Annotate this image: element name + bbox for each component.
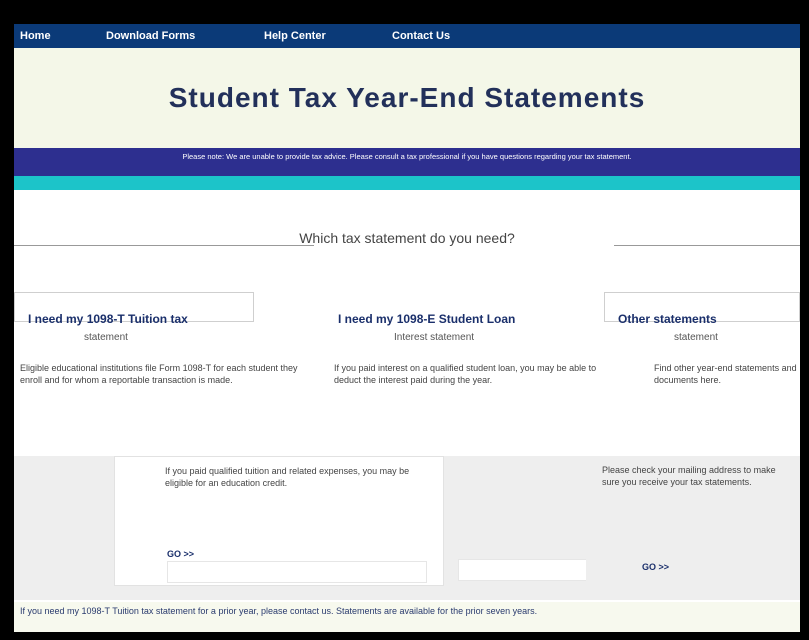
nav-contact-us-link[interactable]: Contact Us: [392, 24, 512, 48]
option-other-desc: Find other year-end statements and docum…: [654, 363, 797, 386]
option-1098t[interactable]: I need my 1098-T Tuition tax statement: [14, 292, 254, 343]
footer-note: If you need my 1098-T Tuition tax statem…: [14, 602, 800, 632]
nav-help-center-link[interactable]: Help Center: [264, 24, 392, 48]
page-title: Student Tax Year-End Statements: [168, 82, 646, 113]
option-other-sub: statement: [674, 332, 718, 343]
option-1098e[interactable]: I need my 1098-E Student Loan Interest s…: [324, 292, 564, 343]
divider-right: [614, 245, 800, 246]
title-banner: Student Tax Year-End Statements: [14, 48, 800, 148]
card-other: Please check your mailing address to mak…: [586, 456, 800, 586]
accent-bar: [14, 176, 800, 190]
option-1098e-desc: If you paid interest on a qualified stud…: [334, 363, 597, 386]
option-1098t-desc: Eligible educational institutions file F…: [20, 363, 298, 386]
go-bar-1098t: [167, 561, 427, 583]
go-button-1098t[interactable]: GO >>: [167, 549, 194, 559]
card-other-text: Please check your mailing address to mak…: [602, 465, 776, 488]
question-heading: Which tax statement do you need?: [299, 230, 515, 246]
info-strip: Please note: We are unable to provide ta…: [14, 148, 800, 176]
go-button-other[interactable]: GO >>: [642, 562, 669, 572]
option-1098e-sub: Interest statement: [394, 332, 475, 343]
option-1098e-label[interactable]: I need my 1098-E Student Loan: [324, 312, 564, 326]
top-nav: Home Download Forms Help Center Contact …: [14, 24, 800, 48]
page-frame: Home Download Forms Help Center Contact …: [14, 24, 800, 632]
option-1098t-label[interactable]: I need my 1098-T Tuition tax: [14, 312, 254, 326]
card-1098t-text: If you paid qualified tuition and relate…: [165, 466, 410, 489]
nav-download-forms-link[interactable]: Download Forms: [106, 24, 264, 48]
option-1098t-sub: statement: [84, 332, 128, 343]
nav-home-link[interactable]: Home: [20, 24, 106, 48]
option-other-label[interactable]: Other statements: [604, 312, 800, 326]
card-1098t: If you paid qualified tuition and relate…: [114, 456, 444, 586]
option-other[interactable]: Other statements statement: [604, 292, 800, 343]
